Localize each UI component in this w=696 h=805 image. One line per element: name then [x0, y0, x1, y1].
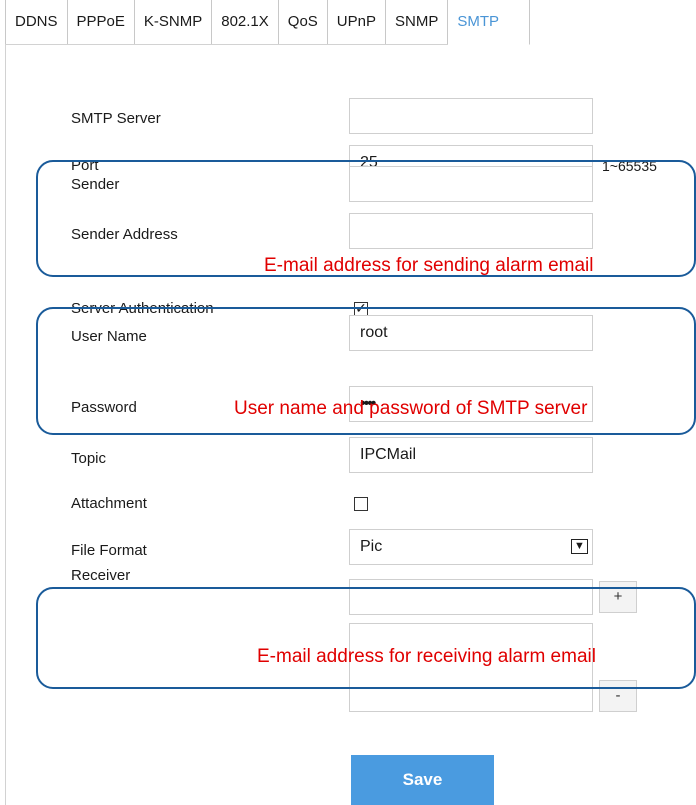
receiver-callout-text: E-mail address for receiving alarm email — [257, 646, 596, 667]
smtp-server-label: SMTP Server — [71, 110, 161, 127]
add-receiver-button[interactable]: + — [599, 581, 637, 613]
auth-callout-text: User name and password of SMTP server — [234, 398, 588, 419]
user-name-input[interactable]: root — [349, 315, 593, 351]
tab-k-snmp[interactable]: K-SNMP — [135, 0, 213, 44]
server-authentication-checkbox[interactable]: ✓ — [354, 301, 368, 316]
file-format-select[interactable]: Pic ▼ — [349, 529, 593, 565]
save-button[interactable]: Save — [351, 755, 494, 805]
tab-qos[interactable]: QoS — [279, 0, 328, 44]
sender-input[interactable] — [349, 166, 593, 202]
file-format-value: Pic — [360, 538, 383, 555]
tab-pppoe[interactable]: PPPoE — [68, 0, 135, 44]
tab-ddns[interactable]: DDNS — [5, 0, 68, 44]
receiver-label: Receiver — [71, 567, 131, 584]
remove-receiver-button[interactable]: - — [599, 680, 637, 712]
port-range: 1~65535 — [602, 158, 657, 174]
sender-label: Sender — [71, 176, 120, 193]
tab-upnp[interactable]: UPnP — [328, 0, 386, 44]
attachment-checkbox[interactable] — [354, 497, 368, 511]
user-name-label: User Name — [71, 328, 147, 345]
smtp-server-input[interactable] — [349, 98, 593, 134]
file-format-label: File Format — [71, 542, 147, 559]
topic-input[interactable]: IPCMail — [349, 437, 593, 473]
topic-label: Topic — [71, 450, 107, 467]
receiver-input[interactable] — [349, 579, 593, 615]
password-label: Password — [71, 399, 137, 416]
tab-snmp[interactable]: SNMP — [386, 0, 449, 44]
panel-border — [5, 44, 6, 805]
attachment-label: Attachment — [71, 495, 147, 512]
sender-address-input[interactable] — [349, 213, 593, 249]
sender-callout-text: E-mail address for sending alarm email — [264, 255, 594, 276]
port-label: Port — [71, 157, 99, 174]
server-authentication-label: Server Authentication — [71, 300, 214, 317]
sender-address-label: Sender Address — [71, 226, 178, 243]
tab-8021x[interactable]: 802.1X — [212, 0, 279, 44]
chevron-down-icon[interactable]: ▼ — [571, 539, 588, 554]
tab-bar: DDNS PPPoE K-SNMP 802.1X QoS UPnP SNMP S… — [5, 0, 531, 45]
tab-smtp[interactable]: SMTP — [448, 0, 531, 45]
